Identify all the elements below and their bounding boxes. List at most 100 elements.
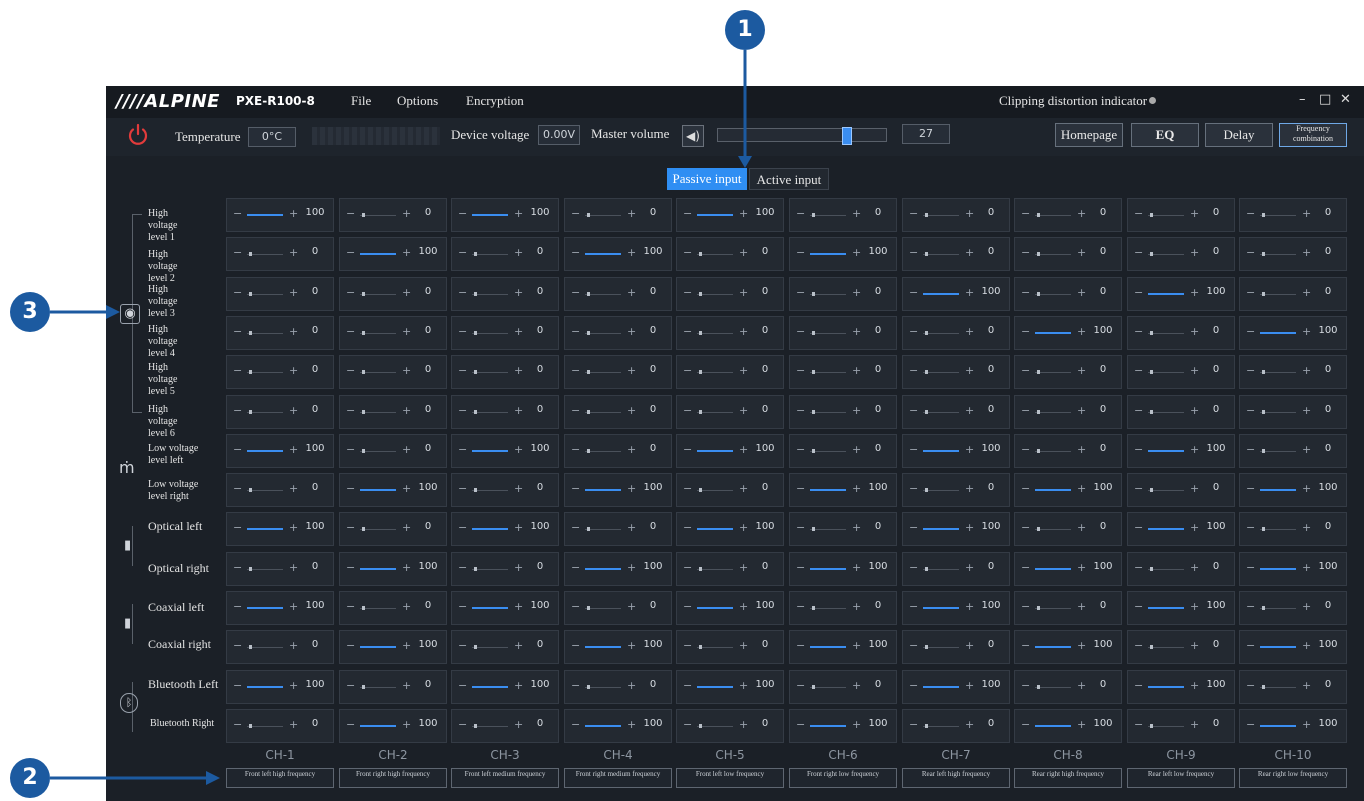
decrease-button[interactable]: − (909, 364, 918, 377)
level-knob[interactable] (474, 645, 477, 649)
decrease-button[interactable]: − (683, 286, 692, 299)
decrease-button[interactable]: − (796, 286, 805, 299)
level-knob[interactable] (1037, 213, 1040, 217)
mix-cell[interactable]: − +0 (1014, 591, 1122, 625)
level-knob[interactable] (362, 685, 365, 689)
level-slider[interactable] (923, 412, 959, 413)
level-knob[interactable] (1150, 724, 1153, 728)
decrease-button[interactable]: − (571, 246, 580, 259)
decrease-button[interactable]: − (1134, 679, 1143, 692)
mix-cell[interactable]: − +0 (789, 198, 897, 232)
mix-cell[interactable]: − +0 (1127, 316, 1235, 350)
decrease-button[interactable]: − (458, 521, 467, 534)
level-knob[interactable] (1037, 410, 1040, 414)
increase-button[interactable]: + (852, 639, 861, 652)
increase-button[interactable]: + (965, 679, 974, 692)
increase-button[interactable]: + (739, 404, 748, 417)
mix-cell[interactable]: − +0 (902, 473, 1010, 507)
decrease-button[interactable]: − (909, 325, 918, 338)
level-knob[interactable] (812, 685, 815, 689)
decrease-button[interactable]: − (1134, 561, 1143, 574)
increase-button[interactable]: + (289, 246, 298, 259)
increase-button[interactable]: + (514, 364, 523, 377)
increase-button[interactable]: + (1302, 679, 1311, 692)
increase-button[interactable]: + (289, 286, 298, 299)
mix-cell[interactable]: − +100 (226, 512, 334, 546)
level-knob[interactable] (925, 410, 928, 414)
level-knob[interactable] (249, 292, 252, 296)
level-knob[interactable] (587, 292, 590, 296)
mix-cell[interactable]: − +100 (1239, 709, 1347, 743)
increase-button[interactable]: + (739, 246, 748, 259)
level-slider[interactable] (810, 451, 846, 452)
level-slider[interactable] (810, 215, 846, 216)
level-knob[interactable] (249, 331, 252, 335)
level-knob[interactable] (1037, 449, 1040, 453)
channel-description[interactable]: Front right low frequency (789, 768, 897, 788)
decrease-button[interactable]: − (1134, 443, 1143, 456)
increase-button[interactable]: + (402, 246, 411, 259)
level-knob[interactable] (699, 724, 702, 728)
decrease-button[interactable]: − (909, 639, 918, 652)
increase-button[interactable]: + (1302, 443, 1311, 456)
mix-cell[interactable]: − +0 (902, 237, 1010, 271)
increase-button[interactable]: + (739, 679, 748, 692)
level-slider[interactable] (472, 569, 508, 570)
increase-button[interactable]: + (965, 718, 974, 731)
decrease-button[interactable]: − (346, 364, 355, 377)
mix-cell[interactable]: − +100 (226, 434, 334, 468)
decrease-button[interactable]: − (1021, 286, 1030, 299)
increase-button[interactable]: + (1302, 364, 1311, 377)
mix-cell[interactable]: − +0 (1239, 198, 1347, 232)
decrease-button[interactable]: − (458, 639, 467, 652)
mix-cell[interactable]: − +0 (339, 434, 447, 468)
increase-button[interactable]: + (514, 600, 523, 613)
increase-button[interactable]: + (1302, 521, 1311, 534)
mix-cell[interactable]: − +0 (1014, 355, 1122, 389)
mix-cell[interactable]: − +100 (789, 473, 897, 507)
increase-button[interactable]: + (1302, 639, 1311, 652)
increase-button[interactable]: + (402, 639, 411, 652)
master-volume-slider[interactable] (717, 127, 887, 145)
increase-button[interactable]: + (852, 718, 861, 731)
increase-button[interactable]: + (852, 404, 861, 417)
mix-cell[interactable]: − +0 (1014, 237, 1122, 271)
mix-cell[interactable]: − +100 (226, 670, 334, 704)
increase-button[interactable]: + (965, 207, 974, 220)
mix-cell[interactable]: − +0 (1239, 355, 1347, 389)
level-knob[interactable] (474, 410, 477, 414)
mix-cell[interactable]: − +100 (676, 512, 784, 546)
level-slider[interactable] (1035, 215, 1071, 216)
mix-cell[interactable]: − +100 (902, 434, 1010, 468)
mix-cell[interactable]: − +0 (1014, 434, 1122, 468)
mix-cell[interactable]: − +0 (1127, 630, 1235, 664)
decrease-button[interactable]: − (1021, 561, 1030, 574)
mix-cell[interactable]: − +100 (564, 552, 672, 586)
level-knob[interactable] (362, 606, 365, 610)
mix-cell[interactable]: − +0 (1239, 670, 1347, 704)
increase-button[interactable]: + (852, 561, 861, 574)
level-knob[interactable] (1262, 252, 1265, 256)
mix-cell[interactable]: − +100 (339, 552, 447, 586)
close-button[interactable]: ✕ (1340, 92, 1351, 107)
level-knob[interactable] (925, 567, 928, 571)
increase-button[interactable]: + (1077, 207, 1086, 220)
level-slider[interactable] (1260, 372, 1296, 373)
increase-button[interactable]: + (1190, 443, 1199, 456)
increase-button[interactable]: + (1077, 443, 1086, 456)
decrease-button[interactable]: − (1246, 482, 1255, 495)
mix-cell[interactable]: − +0 (1239, 395, 1347, 429)
level-slider[interactable] (472, 647, 508, 648)
increase-button[interactable]: + (627, 679, 636, 692)
level-slider[interactable] (472, 412, 508, 413)
mix-cell[interactable]: − +0 (1239, 591, 1347, 625)
level-knob[interactable] (925, 252, 928, 256)
mix-cell[interactable]: − +0 (226, 473, 334, 507)
mix-cell[interactable]: − +100 (226, 198, 334, 232)
decrease-button[interactable]: − (458, 364, 467, 377)
level-slider[interactable] (360, 412, 396, 413)
increase-button[interactable]: + (1190, 521, 1199, 534)
level-knob[interactable] (812, 410, 815, 414)
channel-description[interactable]: Rear right high frequency (1014, 768, 1122, 788)
level-slider[interactable] (697, 372, 733, 373)
